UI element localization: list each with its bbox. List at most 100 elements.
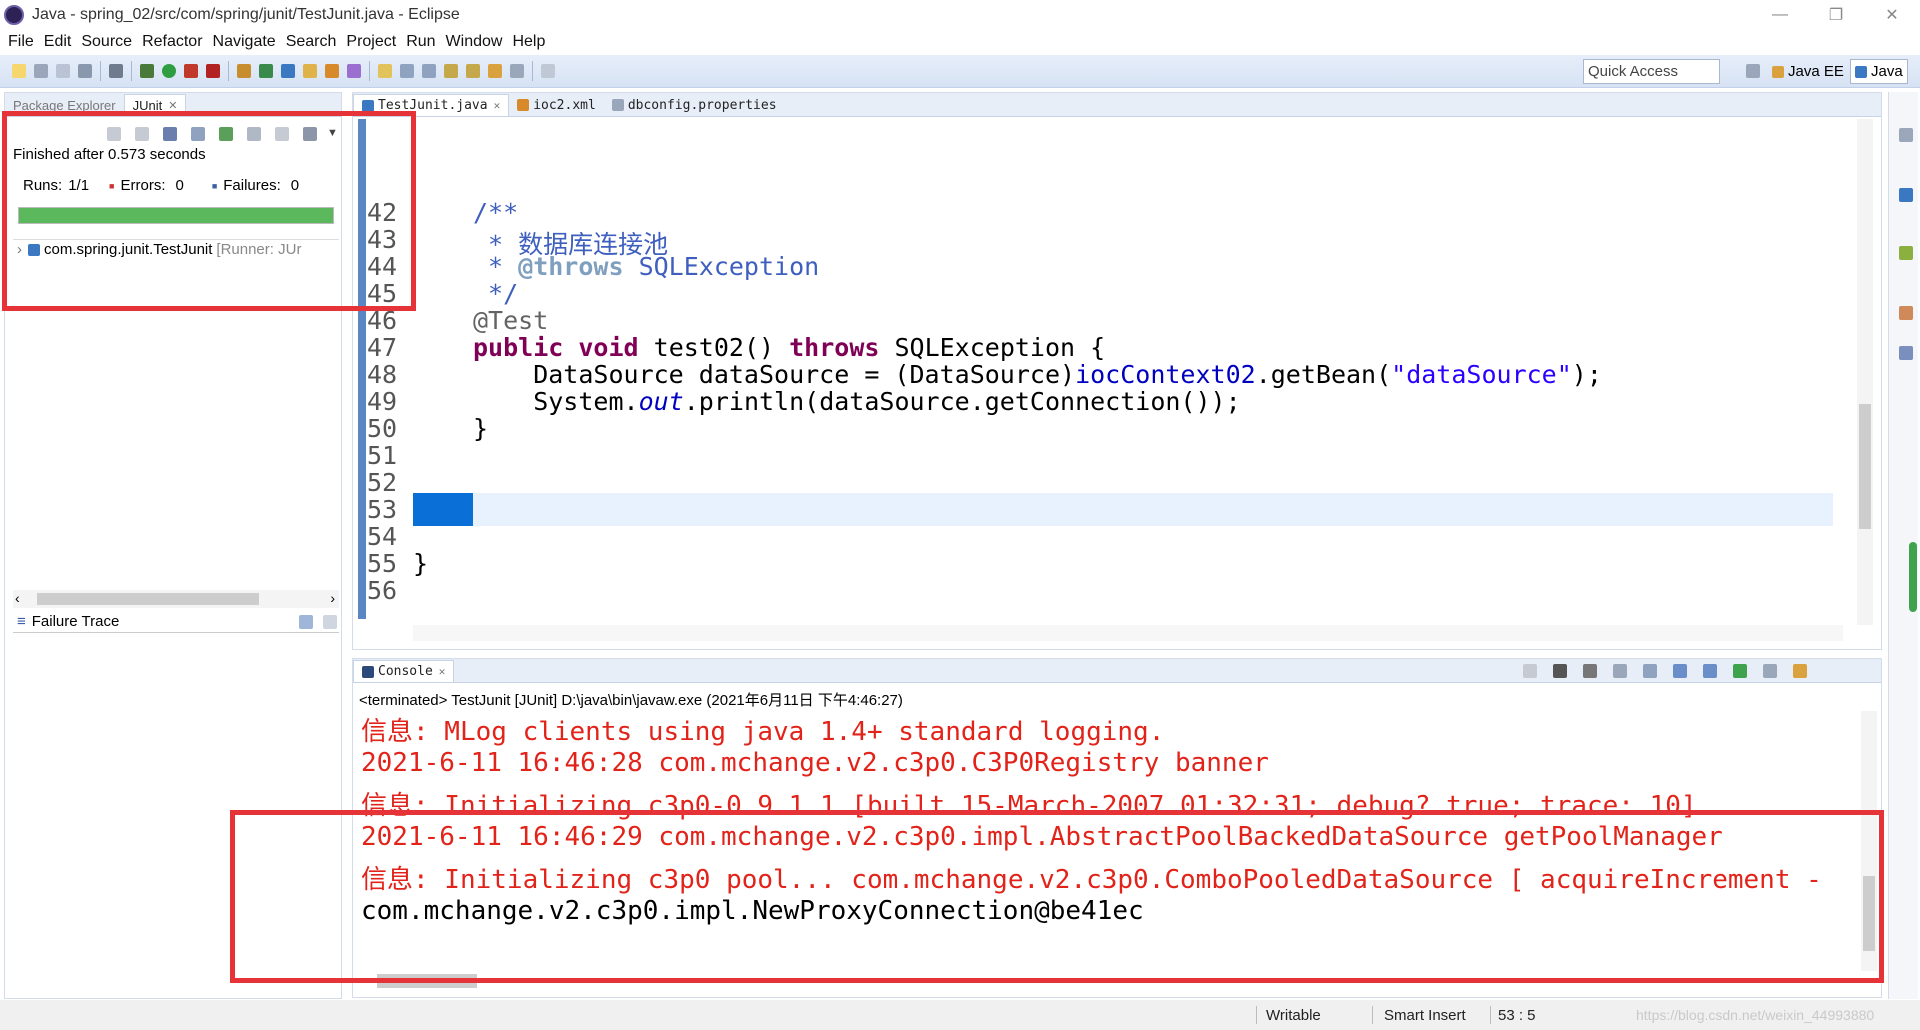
menu-edit[interactable]: Edit <box>44 33 72 51</box>
close-tab-icon[interactable]: ✕ <box>494 99 501 112</box>
clear-console-icon[interactable] <box>1613 664 1627 678</box>
print-icon[interactable] <box>78 64 92 78</box>
forward-icon[interactable] <box>510 64 524 78</box>
editor-tab-strip: TestJunit.java ✕ ioc2.xml dbconfig.prope… <box>353 93 1881 117</box>
coverage-icon[interactable] <box>184 64 198 78</box>
open-task-icon[interactable] <box>325 64 339 78</box>
perspective-java-ee[interactable]: Java EE <box>1768 59 1848 84</box>
task-list-icon[interactable] <box>1899 188 1913 202</box>
pin-console-icon[interactable] <box>1733 664 1747 678</box>
perspective-java-ee-label: Java EE <box>1788 63 1844 80</box>
main-toolbar: Quick Access Java EE Java <box>0 55 1920 88</box>
menu-search[interactable]: Search <box>286 33 337 51</box>
new-java-project-icon[interactable] <box>237 64 251 78</box>
stack-trace-icon: ≡ <box>17 613 26 630</box>
scroll-right-icon[interactable]: › <box>330 590 335 606</box>
tab-console[interactable]: Console ✕ <box>353 660 455 682</box>
menu-bar: File Edit Source Refactor Navigate Searc… <box>0 30 1920 54</box>
show-on-output-icon[interactable] <box>1703 664 1717 678</box>
external-tools-icon[interactable] <box>206 64 220 78</box>
eclipse-icon <box>4 5 24 25</box>
code-line-48[interactable]: DataSource dataSource = (DataSource)iocC… <box>473 360 1602 389</box>
editor-vertical-scrollbar[interactable] <box>1857 119 1873 625</box>
save-icon[interactable] <box>34 64 48 78</box>
minimize-button[interactable]: — <box>1752 0 1808 30</box>
menu-navigate[interactable]: Navigate <box>213 33 276 51</box>
tab-dbconfig-label: dbconfig.properties <box>627 97 777 113</box>
close-button[interactable]: ✕ <box>1864 0 1920 30</box>
menu-refactor[interactable]: Refactor <box>142 33 202 51</box>
string-literal: "dataSource" <box>1391 360 1572 389</box>
scrollbar-thumb[interactable] <box>1859 404 1871 529</box>
code-text: ); <box>1571 360 1602 389</box>
new-package-icon[interactable] <box>259 64 273 78</box>
toggle-mark-occurrences-icon[interactable] <box>378 64 392 78</box>
toolbar-divider <box>131 61 132 81</box>
open-console-icon[interactable] <box>1793 664 1807 678</box>
word-wrap-icon[interactable] <box>1673 664 1687 678</box>
declaration-icon[interactable] <box>1899 346 1913 360</box>
next-annotation-icon[interactable] <box>444 64 458 78</box>
toolbar-divider <box>369 61 370 81</box>
code-line-46[interactable]: @Test <box>473 306 548 335</box>
new-icon[interactable] <box>12 64 26 78</box>
menu-file[interactable]: File <box>8 33 34 51</box>
compare-result-icon[interactable] <box>323 615 337 629</box>
code-line-44[interactable]: * @throws SQLException <box>473 252 819 281</box>
run-icon[interactable] <box>162 64 176 78</box>
code-line-45[interactable]: */ <box>473 279 518 308</box>
horizontal-scrollbar[interactable]: ‹ › <box>13 590 339 608</box>
tab-dbconfig-properties[interactable]: dbconfig.properties <box>604 94 785 116</box>
javadoc-icon[interactable] <box>1899 306 1913 320</box>
console-line-2: 2021-6-11 16:46:28 com.mchange.v2.c3p0.C… <box>361 748 1269 778</box>
menu-project[interactable]: Project <box>346 33 396 51</box>
tab-ioc2-xml[interactable]: ioc2.xml <box>509 94 604 116</box>
code-line-50[interactable]: } <box>473 414 488 443</box>
status-insert-mode: Smart Insert <box>1384 1006 1466 1024</box>
remove-launch-icon[interactable] <box>1553 664 1567 678</box>
restore-button[interactable]: ❐ <box>1808 0 1864 30</box>
code-line-55[interactable]: } <box>413 549 428 578</box>
pin-editor-icon[interactable] <box>541 64 555 78</box>
outline-icon[interactable] <box>1899 128 1913 142</box>
scroll-lock-icon[interactable] <box>1643 664 1657 678</box>
status-bar: Writable Smart Insert 53 : 5 https://blo… <box>0 1000 1920 1030</box>
remove-all-icon[interactable] <box>1583 664 1597 678</box>
line-number: 49 <box>367 387 398 416</box>
block-selection-icon[interactable] <box>422 64 436 78</box>
menu-source[interactable]: Source <box>81 33 132 51</box>
search-icon[interactable] <box>347 64 361 78</box>
code-line-49[interactable]: System.out.println(dataSource.getConnect… <box>473 387 1241 416</box>
close-tab-icon[interactable]: ✕ <box>439 665 446 678</box>
menu-window[interactable]: Window <box>446 33 503 51</box>
terminate-icon[interactable] <box>1523 664 1537 678</box>
show-whitespace-icon[interactable] <box>400 64 414 78</box>
keyword: throws <box>789 333 880 362</box>
menu-run[interactable]: Run <box>406 33 435 51</box>
menu-help[interactable]: Help <box>512 33 545 51</box>
filter-stack-icon[interactable] <box>299 615 313 629</box>
code-text: .println(dataSource.getConnection()); <box>683 387 1241 416</box>
open-type-icon[interactable] <box>303 64 317 78</box>
editor-area: TestJunit.java ✕ ioc2.xml dbconfig.prope… <box>352 92 1882 650</box>
quick-access-input[interactable]: Quick Access <box>1583 59 1720 84</box>
status-divider <box>1256 1006 1257 1024</box>
perspective-java[interactable]: Java <box>1850 59 1908 84</box>
line-number: 53 <box>367 495 398 524</box>
code-line-47[interactable]: public void test02() throws SQLException… <box>473 333 1105 362</box>
save-all-icon[interactable] <box>56 64 70 78</box>
editor-horizontal-scrollbar[interactable] <box>413 625 1843 641</box>
problems-icon[interactable] <box>1899 246 1913 260</box>
watermark: https://blog.csdn.net/weixin_44993880 <box>1636 1007 1875 1023</box>
previous-annotation-icon[interactable] <box>466 64 480 78</box>
debug-icon[interactable] <box>140 64 154 78</box>
scroll-left-icon[interactable]: ‹ <box>15 590 20 606</box>
skip-breakpoints-icon[interactable] <box>109 64 123 78</box>
display-console-icon[interactable] <box>1763 664 1777 678</box>
code-line-42[interactable]: /** <box>473 198 518 227</box>
new-class-icon[interactable] <box>281 64 295 78</box>
scrollbar-thumb[interactable] <box>37 593 259 605</box>
back-icon[interactable] <box>488 64 502 78</box>
open-perspective-icon[interactable] <box>1746 64 1760 78</box>
status-divider <box>1372 1006 1373 1024</box>
